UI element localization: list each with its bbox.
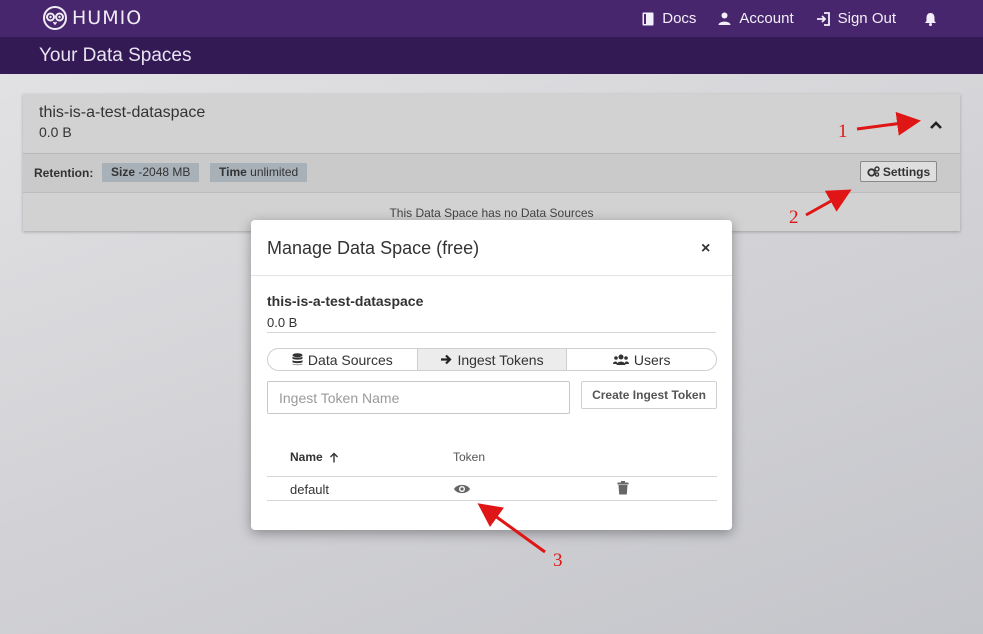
- token-name-cell: default: [290, 482, 330, 497]
- nav-sign-out[interactable]: Sign Out: [816, 10, 896, 27]
- logo-text: HUMIO: [72, 7, 143, 29]
- tab-ingest-tokens-label: Ingest Tokens: [457, 351, 544, 368]
- sort-arrow-up-icon: [329, 452, 338, 462]
- page-title: Your Data Spaces: [39, 45, 192, 66]
- column-header-name[interactable]: Name: [290, 450, 339, 464]
- arrow-right-icon: [441, 354, 452, 365]
- humio-logo[interactable]: HUMIO: [42, 6, 142, 30]
- owl-logo-icon: [43, 6, 67, 30]
- modal-dataspace-size: 0.0 B: [267, 315, 298, 330]
- time-badge-label: Time: [219, 165, 247, 179]
- dataspace-card-header[interactable]: this-is-a-test-dataspace 0.0 B: [23, 94, 960, 154]
- no-data-sources-text: This Data Space has no Data Sources: [389, 206, 594, 220]
- nav-sign-out-label: Sign Out: [837, 10, 896, 27]
- table-header-divider: [267, 476, 717, 477]
- modal-title: Manage Data Space (free): [267, 238, 480, 258]
- retention-label: Retention:: [34, 166, 94, 180]
- modal-tabs: Data Sources Ingest Tokens Users: [267, 348, 717, 371]
- nav-docs[interactable]: Docs: [642, 10, 696, 27]
- column-header-name-label: Name: [290, 450, 323, 464]
- eye-icon[interactable]: [453, 482, 471, 496]
- tab-data-sources-label: Data Sources: [307, 351, 393, 368]
- close-icon[interactable]: ×: [701, 240, 710, 258]
- tab-ingest-tokens[interactable]: Ingest Tokens: [416, 349, 567, 370]
- column-header-token: Token: [453, 450, 486, 464]
- gears-icon: [867, 166, 880, 177]
- settings-label: Settings: [882, 164, 931, 179]
- nav-account-label: Account: [739, 10, 794, 27]
- modal-dataspace-name: this-is-a-test-dataspace: [267, 293, 424, 309]
- settings-button[interactable]: Settings: [860, 161, 937, 182]
- dataspace-card: this-is-a-test-dataspace 0.0 B Retention…: [23, 94, 960, 231]
- book-icon: [642, 12, 654, 25]
- annotation-number-2: 2: [789, 207, 799, 228]
- top-navbar: HUMIO Docs Account Sign Out: [0, 0, 983, 37]
- table-row-divider: [267, 500, 717, 501]
- manage-dataspace-modal: Manage Data Space (free) × this-is-a-tes…: [251, 220, 732, 530]
- create-ingest-token-button[interactable]: Create Ingest Token: [581, 381, 717, 409]
- size-badge-label: Size: [111, 165, 136, 179]
- divider: [267, 332, 716, 333]
- dataspace-name: this-is-a-test-dataspace: [39, 104, 206, 121]
- trash-icon[interactable]: [617, 481, 629, 495]
- users-icon: [612, 354, 629, 365]
- chevron-up-icon[interactable]: [927, 116, 945, 134]
- divider: [251, 275, 732, 276]
- time-badge: Time unlimited: [210, 163, 308, 182]
- notifications-button[interactable]: [924, 12, 937, 26]
- ingest-token-name-input[interactable]: [267, 381, 570, 414]
- annotation-number-1: 1: [838, 121, 848, 142]
- sign-out-icon: [816, 11, 830, 26]
- retention-bar: Retention: Size -2048 MB Time unlimited: [23, 154, 960, 193]
- tab-data-sources[interactable]: Data Sources: [268, 349, 417, 370]
- size-badge: Size -2048 MB: [102, 163, 200, 182]
- annotation-number-3: 3: [553, 550, 563, 571]
- tab-users-label: Users: [633, 351, 671, 368]
- nav-menu: Docs Account Sign Out: [642, 0, 983, 37]
- tab-users[interactable]: Users: [566, 349, 716, 370]
- database-icon: [292, 353, 303, 366]
- page-header: Your Data Spaces: [0, 37, 983, 74]
- nav-account[interactable]: Account: [718, 10, 794, 27]
- nav-docs-label: Docs: [662, 10, 697, 27]
- size-badge-value: -2048 MB: [138, 165, 191, 179]
- time-badge-value: unlimited: [250, 165, 299, 179]
- bell-icon: [925, 12, 936, 26]
- dataspace-size: 0.0 B: [39, 124, 72, 140]
- user-icon: [718, 12, 731, 25]
